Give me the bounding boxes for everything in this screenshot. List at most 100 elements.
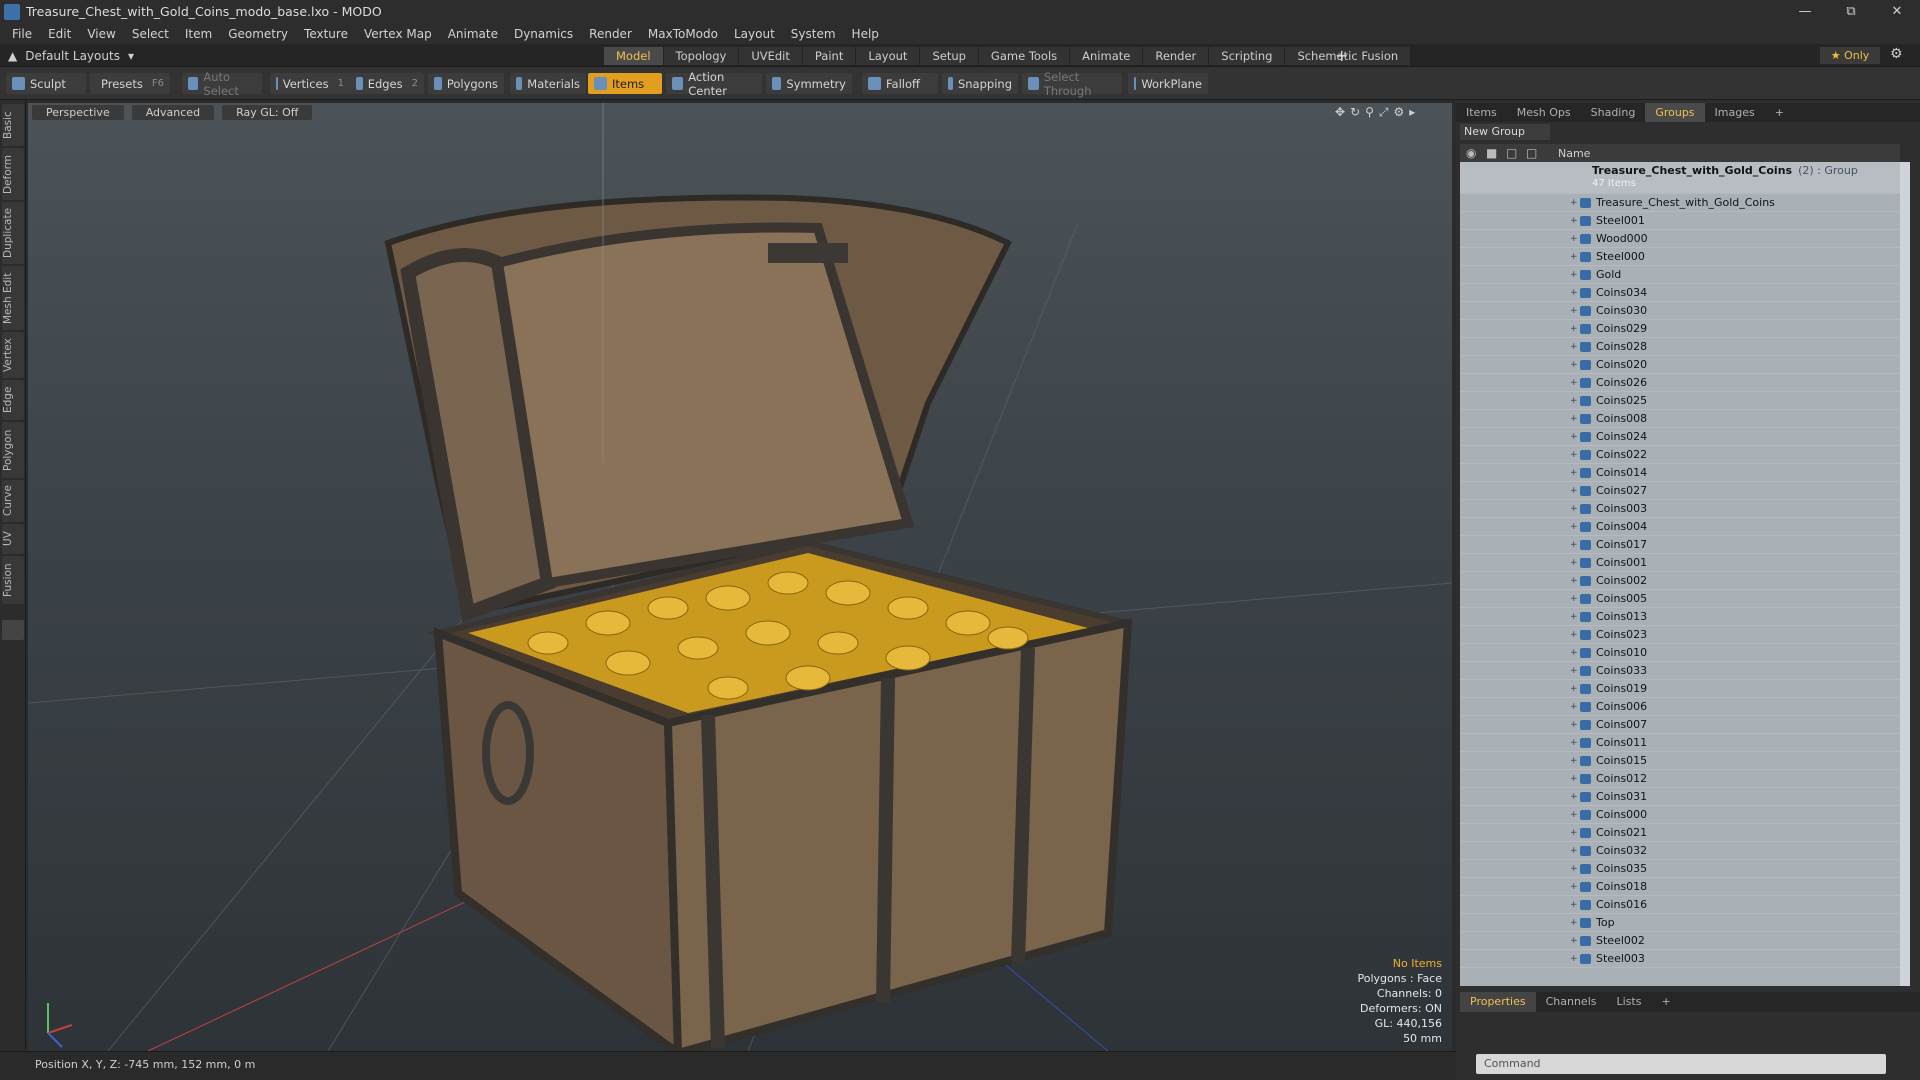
list-item[interactable]: + Coins012 [1460, 770, 1900, 788]
menu-vertex-map[interactable]: Vertex Map [356, 27, 440, 41]
expand-icon[interactable]: + [1570, 248, 1578, 266]
gear-icon[interactable]: ⚙ [1890, 46, 1903, 62]
list-item[interactable]: + Coins004 [1460, 518, 1900, 536]
list-item[interactable]: + Coins032 [1460, 842, 1900, 860]
tab-paint[interactable]: Paint [802, 47, 857, 65]
list-item[interactable]: + Coins031 [1460, 788, 1900, 806]
expand-icon[interactable]: + [1570, 680, 1578, 698]
tab-animate[interactable]: Animate [1070, 47, 1144, 65]
expand-icon[interactable]: + [1570, 914, 1578, 932]
add-tab-icon[interactable]: + [1651, 992, 1680, 1012]
list-item[interactable]: + Coins008 [1460, 410, 1900, 428]
list-item[interactable]: + Gold [1460, 266, 1900, 284]
expand-icon[interactable]: + [1570, 230, 1578, 248]
tab-vertex[interactable]: Vertex [2, 332, 24, 378]
3d-viewport[interactable] [28, 103, 1452, 1051]
zoom-view-icon[interactable]: ⚲ [1365, 105, 1374, 120]
expand-icon[interactable]: + [1570, 284, 1578, 302]
add-tab-icon[interactable]: + [1765, 103, 1794, 122]
close-icon[interactable]: ✕ [1874, 0, 1920, 23]
expand-icon[interactable]: + [1570, 338, 1578, 356]
menu-geometry[interactable]: Geometry [220, 27, 296, 41]
materials-button[interactable]: Materials [510, 73, 586, 94]
expand-icon[interactable]: + [1570, 464, 1578, 482]
list-item[interactable]: + Wood000 [1460, 230, 1900, 248]
symmetry-button[interactable]: Symmetry [766, 73, 852, 94]
items-button[interactable]: Items [588, 73, 662, 94]
list-item[interactable]: + Coins003 [1460, 500, 1900, 518]
list-item[interactable]: + Coins019 [1460, 680, 1900, 698]
tab-uv[interactable]: UV [2, 524, 24, 554]
tab-lists[interactable]: Lists [1607, 992, 1652, 1012]
expand-icon[interactable]: + [1570, 392, 1578, 410]
auto-select-button[interactable]: Auto Select [182, 70, 262, 98]
tab-items[interactable]: Items [1456, 103, 1507, 122]
expand-icon[interactable]: + [1570, 770, 1578, 788]
expand-icon[interactable]: + [1570, 626, 1578, 644]
tab-model[interactable]: Model [604, 47, 664, 65]
list-item[interactable]: + Coins005 [1460, 590, 1900, 608]
list-item[interactable]: + Coins025 [1460, 392, 1900, 410]
menu-item[interactable]: Item [177, 27, 220, 41]
expand-icon[interactable]: + [1570, 374, 1578, 392]
workplane-button[interactable]: WorkPlane [1128, 73, 1208, 94]
tab-duplicate[interactable]: Duplicate [2, 202, 24, 264]
polygons-button[interactable]: Polygons [428, 73, 504, 94]
list-item[interactable]: + Coins017 [1460, 536, 1900, 554]
expand-icon[interactable]: + [1570, 896, 1578, 914]
menu-dynamics[interactable]: Dynamics [506, 27, 581, 41]
list-item[interactable]: + Coins014 [1460, 464, 1900, 482]
expand-icon[interactable]: + [1570, 536, 1578, 554]
tab-properties[interactable]: Properties [1460, 992, 1536, 1012]
tab-deform[interactable]: Deform [2, 148, 24, 200]
tab-fusion[interactable]: Fusion [2, 556, 24, 604]
expand-icon[interactable]: + [1570, 644, 1578, 662]
viewport-settings-icon[interactable]: ⚙ [1394, 105, 1405, 120]
select-icon[interactable]: □ [1506, 146, 1517, 160]
list-item[interactable]: + Steel002 [1460, 932, 1900, 950]
expand-icon[interactable]: + [1570, 842, 1578, 860]
action-center-button[interactable]: Action Center [666, 70, 762, 98]
expand-icon[interactable]: + [1570, 608, 1578, 626]
menu-select[interactable]: Select [124, 27, 177, 41]
select-through-button[interactable]: Select Through [1022, 70, 1122, 98]
expand-icon[interactable]: + [1570, 554, 1578, 572]
tab-channels[interactable]: Channels [1536, 992, 1607, 1012]
expand-icon[interactable]: + [1570, 590, 1578, 608]
view-mode-dropdown[interactable]: Perspective [32, 105, 124, 120]
tab-shading[interactable]: Shading [1581, 103, 1646, 122]
list-item[interactable]: + Coins027 [1460, 482, 1900, 500]
raygl-toggle[interactable]: Ray GL: Off [222, 105, 313, 120]
restore-icon[interactable]: ⧉ [1828, 0, 1874, 23]
list-item[interactable]: + Coins007 [1460, 716, 1900, 734]
list-item[interactable]: + Coins023 [1460, 626, 1900, 644]
expand-icon[interactable]: + [1570, 788, 1578, 806]
tab-polygon[interactable]: Polygon [2, 422, 24, 478]
expand-icon[interactable]: + [1570, 356, 1578, 374]
menu-edit[interactable]: Edit [40, 27, 79, 41]
list-item[interactable]: + Steel003 [1460, 950, 1900, 968]
list-item[interactable]: + Coins021 [1460, 824, 1900, 842]
tab-topology[interactable]: Topology [663, 47, 740, 65]
expand-icon[interactable]: + [1570, 482, 1578, 500]
tab-mesh-edit[interactable]: Mesh Edit [2, 266, 24, 330]
expand-icon[interactable]: + [1570, 302, 1578, 320]
expand-icon[interactable]: + [1570, 878, 1578, 896]
only-button[interactable]: ★ Only [1820, 47, 1880, 64]
expand-icon[interactable]: + [1570, 428, 1578, 446]
list-item[interactable]: + Steel001 [1460, 212, 1900, 230]
menu-maxtomodo[interactable]: MaxToModo [640, 27, 726, 41]
menu-help[interactable]: Help [844, 27, 887, 41]
list-item[interactable]: + Coins006 [1460, 698, 1900, 716]
tab-uvedit[interactable]: UVEdit [739, 47, 803, 65]
list-item[interactable]: + Coins011 [1460, 734, 1900, 752]
expand-icon[interactable]: + [1570, 860, 1578, 878]
list-item[interactable]: + Coins013 [1460, 608, 1900, 626]
rotate-view-icon[interactable]: ↻ [1350, 105, 1360, 120]
list-item[interactable]: + Coins028 [1460, 338, 1900, 356]
group-row[interactable]: Treasure_Chest_with_Gold_Coins (2) : Grou… [1460, 162, 1900, 194]
expand-icon[interactable]: + [1570, 824, 1578, 842]
expand-icon[interactable]: + [1570, 446, 1578, 464]
menu-texture[interactable]: Texture [296, 27, 356, 41]
command-input[interactable]: Command [1476, 1054, 1886, 1074]
